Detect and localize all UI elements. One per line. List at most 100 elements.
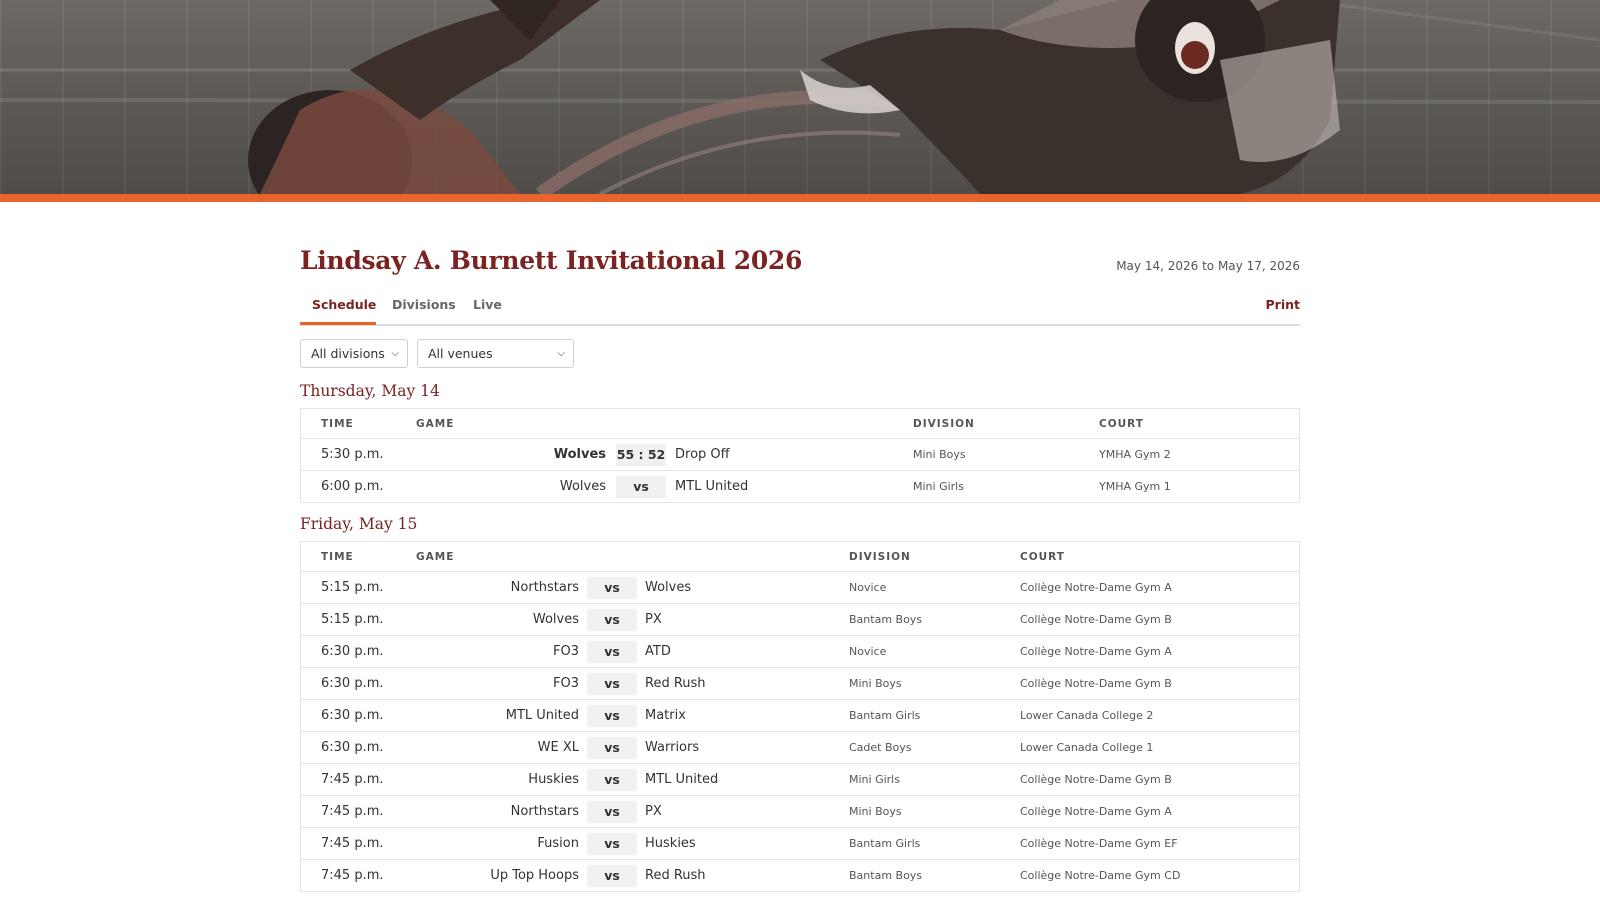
home-team: WE XL [537,740,579,755]
table-row[interactable]: 5:15 p.m. Northstars vs Wolves Novice Collège… [301,572,1299,604]
versus-label: vs [587,737,637,759]
column-header-game: GAME [416,551,455,563]
schedule-container: Lindsay A. Burnett Invitational 2026 May… [300,202,1300,896]
away-team: PX [645,804,662,819]
table-row[interactable]: 6:30 p.m. FO3 vs Red Rush Mini Boys Collège N… [301,668,1299,700]
game-division: Mini Girls [913,480,964,493]
chevron-down-icon: ⌵ [391,348,399,359]
schedule-table-thursday: TIME GAME DIVISION COURT 5:30 p.m. Wolves… [300,408,1300,503]
table-row[interactable]: 6:30 p.m. FO3 vs ATD Novice Collège Notre-Dam… [301,636,1299,668]
game-division: Bantam Boys [849,613,923,626]
game-court: Collège Notre-Dame Gym A [1020,645,1172,658]
game-division: Mini Boys [913,448,966,461]
away-team: ATD [645,644,671,659]
print-link[interactable]: Print [1266,297,1301,312]
day-heading: Friday, May 15 [300,515,418,533]
game-court: YMHA Gym 2 [1099,448,1171,461]
hero-accent-stripe [0,194,1600,202]
table-header: TIME GAME DIVISION COURT [301,409,1299,439]
away-team: MTL United [675,479,749,494]
hero-photo [0,0,1600,194]
game-court: Lower Canada College 2 [1020,709,1154,722]
game-court: Collège Notre-Dame Gym CD [1020,869,1181,882]
home-team: FO3 [553,676,579,691]
column-header-court: COURT [1020,551,1065,563]
away-team: Red Rush [645,868,706,883]
versus-label: vs [587,609,637,631]
game-court: Collège Notre-Dame Gym A [1020,805,1172,818]
away-team: MTL United [645,772,719,787]
game-division: Bantam Boys [849,869,923,882]
game-division: Mini Boys [849,677,902,690]
home-team: Northstars [510,804,579,819]
table-row[interactable]: 7:45 p.m. Up Top Hoops vs Red Rush Bantam Bo… [301,860,1299,892]
column-header-game: GAME [416,418,455,430]
game-time: 5:15 p.m. [321,612,384,627]
table-row[interactable]: 6:00 p.m. Wolves vs MTL United Mini Girls YMH… [301,471,1299,503]
game-time: 7:45 p.m. [321,868,384,883]
away-team: Matrix [645,708,686,723]
table-row[interactable]: 7:45 p.m. Fusion vs Huskies Bantam Girls Coll… [301,828,1299,860]
venue-filter-value: All venues [428,346,493,361]
game-court: Collège Notre-Dame Gym B [1020,613,1172,626]
away-team: PX [645,612,662,627]
column-header-time: TIME [321,551,354,563]
game-division: Mini Girls [849,773,900,786]
home-team: Wolves [553,447,606,462]
game-division: Novice [849,645,887,658]
schedule-table-friday: TIME GAME DIVISION COURT 5:15 p.m. Norths… [300,541,1300,892]
game-time: 7:45 p.m. [321,836,384,851]
game-division: Bantam Girls [849,837,921,850]
day-heading: Thursday, May 14 [300,382,440,400]
page-title: Lindsay A. Burnett Invitational 2026 [300,246,803,275]
away-team: Wolves [645,580,692,595]
game-division: Cadet Boys [849,741,912,754]
versus-label: vs [587,673,637,695]
table-row[interactable]: 7:45 p.m. Huskies vs MTL United Mini Girls Co… [301,764,1299,796]
hero-banner [0,0,1600,194]
versus-label: vs [587,641,637,663]
game-division: Mini Boys [849,805,902,818]
game-court: YMHA Gym 1 [1099,480,1171,493]
game-time: 6:30 p.m. [321,676,384,691]
game-division: Novice [849,581,887,594]
column-header-court: COURT [1099,418,1144,430]
home-team: Wolves [532,612,579,627]
venue-filter-select[interactable]: All venues ⌵ [417,339,574,368]
division-filter-value: All divisions [311,346,385,361]
home-team: Fusion [537,836,579,851]
filter-bar: All divisions ⌵ All venues ⌵ [300,326,1300,374]
versus-label: vs [587,577,637,599]
away-team: Warriors [645,740,700,755]
table-row[interactable]: 5:30 p.m. Wolves 55 : 52 Drop Off Mini Boys Y… [301,439,1299,471]
table-row[interactable]: 6:30 p.m. MTL United vs Matrix Bantam Girls L… [301,700,1299,732]
home-team: FO3 [553,644,579,659]
division-filter-select[interactable]: All divisions ⌵ [300,339,408,368]
versus-label: vs [587,769,637,791]
table-row[interactable]: 6:30 p.m. WE XL vs Warriors Cadet Boys Lower … [301,732,1299,764]
home-team: MTL United [505,708,579,723]
game-time: 5:30 p.m. [321,447,384,462]
versus-label: vs [587,865,637,887]
game-time: 7:45 p.m. [321,772,384,787]
tab-bar: Schedule Divisions Live Print [300,282,1300,326]
versus-label: vs [616,476,666,498]
tab-divisions[interactable]: Divisions [392,297,456,312]
column-header-division: DIVISION [913,418,975,430]
home-team: Huskies [528,772,579,787]
home-team: Northstars [510,580,579,595]
tab-schedule[interactable]: Schedule [312,297,376,312]
game-court: Collège Notre-Dame Gym A [1020,581,1172,594]
home-team: Wolves [559,479,606,494]
table-row[interactable]: 5:15 p.m. Wolves vs PX Bantam Boys Collège No… [301,604,1299,636]
game-time: 6:00 p.m. [321,479,384,494]
chevron-down-icon: ⌵ [557,348,565,359]
table-row[interactable]: 7:45 p.m. Northstars vs PX Mini Boys Collège … [301,796,1299,828]
game-time: 7:45 p.m. [321,804,384,819]
game-court: Collège Notre-Dame Gym EF [1020,837,1178,850]
tab-live[interactable]: Live [473,297,502,312]
game-court: Lower Canada College 1 [1020,741,1154,754]
home-team: Up Top Hoops [490,868,579,883]
column-header-time: TIME [321,418,354,430]
game-court: Collège Notre-Dame Gym B [1020,773,1172,786]
